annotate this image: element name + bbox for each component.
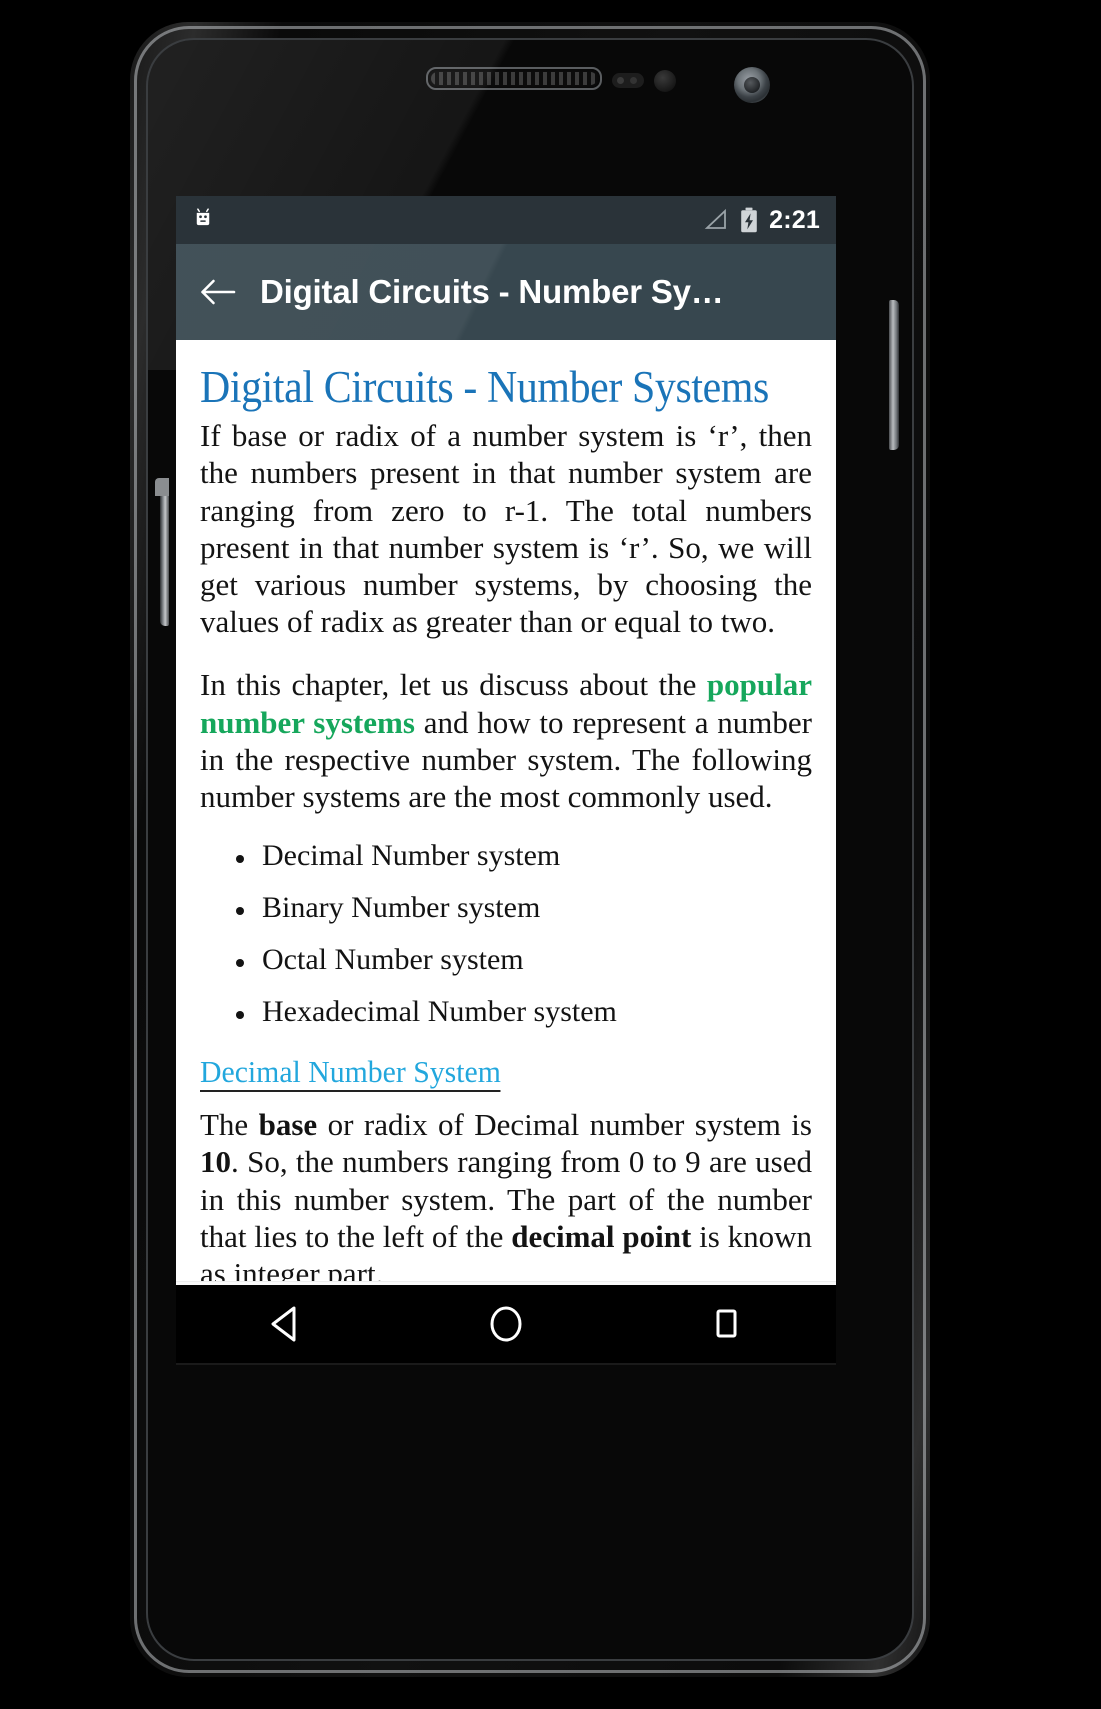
status-bar: 2:21 — [176, 196, 836, 244]
nav-home-circle-icon — [490, 1306, 522, 1342]
phone-screen: 2:21 Digital Circuits - Number Sy… Digit… — [176, 196, 836, 1363]
page-title: Digital Circuits - Number Sy… — [260, 273, 724, 310]
screenshot-root: 2:21 Digital Circuits - Number Sy… Digit… — [0, 0, 1101, 1709]
list-item: Decimal Number system — [236, 841, 812, 871]
nav-home-button[interactable] — [451, 1285, 561, 1363]
status-bar-right: 2:21 — [703, 207, 820, 233]
list-item: Octal Number system — [236, 945, 812, 975]
nav-recents-button[interactable] — [671, 1285, 781, 1363]
ten-bold: 10 — [200, 1144, 231, 1180]
ambient-light-sensor-icon — [654, 70, 676, 92]
back-button[interactable] — [176, 244, 260, 340]
status-bar-left — [192, 208, 703, 232]
power-button[interactable] — [889, 300, 899, 450]
android-robot-icon — [196, 208, 210, 226]
webview-content[interactable]: Digital Circuits - Number Systems If bas… — [176, 340, 836, 1363]
article-paragraph-1: If base or radix of a number system is ‘… — [200, 418, 812, 640]
back-arrow-icon — [201, 279, 236, 305]
article-body: Digital Circuits - Number Systems If bas… — [176, 340, 836, 1292]
android-navigation-bar — [176, 1285, 836, 1363]
volume-rocker-button[interactable] — [160, 478, 169, 626]
earpiece-speaker-icon — [426, 67, 602, 90]
article-title: Digital Circuits - Number Systems — [200, 362, 769, 412]
article-paragraph-3: The base or radix of Decimal number syst… — [200, 1106, 812, 1292]
decimal-point-bold: decimal point — [511, 1218, 692, 1254]
paragraph-3-part-2: or radix of Decimal number system is — [317, 1107, 812, 1143]
paragraph-3-part-1: The — [200, 1107, 259, 1143]
list-item: Binary Number system — [236, 893, 812, 923]
number-systems-list: Decimal Number system Binary Number syst… — [200, 841, 812, 1027]
signal-triangle-icon — [704, 208, 727, 229]
nav-back-triangle-icon — [271, 1306, 296, 1342]
volume-rocker-nub — [155, 478, 169, 496]
status-bar-clock: 2:21 — [769, 205, 820, 234]
decimal-number-system-link[interactable]: Decimal Number System — [200, 1055, 501, 1093]
battery-charging-icon — [741, 207, 757, 233]
base-bold: base — [258, 1107, 318, 1143]
nav-recents-square-icon — [716, 1309, 737, 1338]
list-item: Hexadecimal Number system — [236, 997, 812, 1027]
action-bar: Digital Circuits - Number Sy… — [176, 244, 836, 340]
content-bottom-divider — [176, 1281, 836, 1282]
earpiece-grille — [431, 72, 597, 85]
proximity-sensor-icon — [612, 73, 644, 88]
article-paragraph-2: In this chapter, let us discuss about th… — [200, 666, 812, 815]
nav-back-button[interactable] — [231, 1285, 341, 1363]
front-camera-icon — [734, 67, 770, 103]
screen-bottom-edge — [176, 1363, 836, 1365]
paragraph-2-before: In this chapter, let us discuss about th… — [200, 667, 707, 703]
